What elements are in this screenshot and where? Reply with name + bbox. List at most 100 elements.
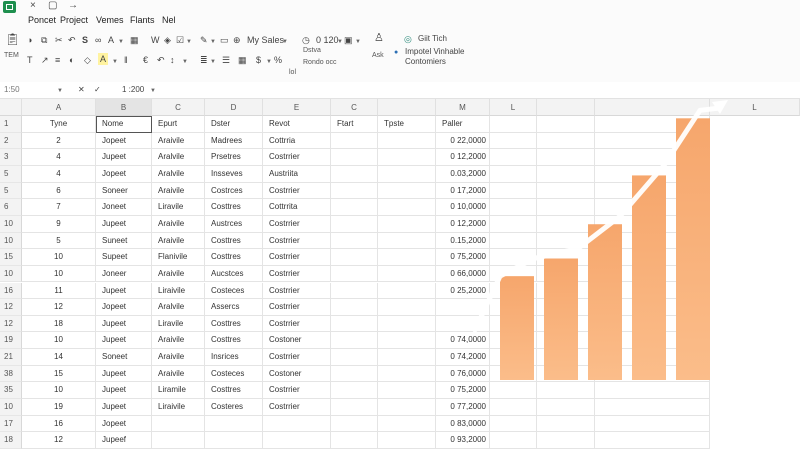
chevron-down-icon[interactable]: ▼ [337, 36, 343, 48]
table-cell[interactable] [378, 265, 436, 283]
row-header[interactable]: 12 [0, 299, 22, 316]
table-cell[interactable]: Costtres [205, 315, 263, 333]
table-cell[interactable] [263, 432, 331, 449]
column-header[interactable]: D [205, 99, 263, 116]
table-cell[interactable] [537, 399, 595, 416]
table-cell[interactable] [378, 215, 436, 233]
table-cell[interactable]: 10 [22, 249, 96, 266]
row-header[interactable]: 12 [0, 315, 22, 333]
pause-icon[interactable]: ‖ [124, 54, 128, 66]
table-cell[interactable] [490, 432, 537, 449]
table-cell[interactable]: Araivile [152, 365, 205, 383]
table-cell[interactable]: Joneet [96, 199, 152, 216]
calendar-icon[interactable]: ▣ [344, 34, 353, 46]
table-cell[interactable] [331, 199, 378, 216]
column-header[interactable]: A [22, 99, 96, 116]
table-cell[interactable] [378, 249, 436, 266]
table-cell[interactable]: Costtres [205, 199, 263, 216]
table-cell[interactable]: Insrices [205, 349, 263, 366]
link-icon[interactable]: ∞ [95, 34, 101, 46]
table-cell[interactable]: Jupeet [96, 149, 152, 166]
table-cell[interactable]: Aralvile [152, 165, 205, 183]
table-cell[interactable] [378, 415, 436, 433]
table-cell[interactable] [152, 432, 205, 449]
table-cell[interactable] [378, 349, 436, 366]
table-cell[interactable] [263, 415, 331, 433]
addin-icon[interactable]: ◎ [404, 33, 412, 45]
table-cell[interactable]: Araivile [152, 232, 205, 250]
table-cell[interactable]: Liraivile [152, 399, 205, 416]
chevron-down-icon[interactable]: ▼ [112, 56, 118, 68]
table-cell[interactable]: Ftart [331, 116, 378, 133]
table-cell[interactable]: Araivile [152, 182, 205, 200]
wrap-text-icon[interactable]: W [151, 34, 160, 46]
table-cell[interactable] [331, 232, 378, 250]
undo-small-icon[interactable]: ↶ [157, 54, 165, 66]
row-header[interactable]: 10 [0, 265, 22, 283]
table-cell[interactable]: Tpste [378, 116, 436, 133]
table-cell[interactable]: 0 93,2000 [436, 432, 490, 449]
sort-icon[interactable]: ↕ [170, 54, 175, 66]
table-cell[interactable]: Araivile [152, 132, 205, 150]
table-cell[interactable]: Jupeet [96, 282, 152, 300]
cursor-icon[interactable]: ↗ [41, 54, 49, 66]
currency-icon[interactable]: € [143, 54, 148, 66]
table-cell[interactable] [595, 399, 710, 416]
table-cell[interactable] [331, 432, 378, 449]
chevron-down-icon[interactable]: ▼ [57, 85, 63, 97]
table-cell[interactable]: Suneet [96, 232, 152, 250]
table-cell[interactable]: 4 [22, 165, 96, 183]
table-cell[interactable]: Jopeet [96, 132, 152, 150]
copy-icon[interactable]: ⧉ [41, 34, 47, 46]
table-cell[interactable]: Costoner [263, 332, 331, 350]
row-header[interactable]: 15 [0, 249, 22, 266]
chevron-down-icon[interactable]: ▼ [186, 36, 192, 48]
table-cell[interactable]: Araivile [152, 332, 205, 350]
table-cell[interactable]: 0 77,2000 [436, 399, 490, 416]
table-cell[interactable] [331, 415, 378, 433]
row-header[interactable]: 19 [0, 332, 22, 350]
table-cell[interactable] [378, 149, 436, 166]
table-cell[interactable]: Costrrier [263, 382, 331, 400]
table-cell[interactable] [331, 182, 378, 200]
table-cell[interactable]: Costrrier [263, 149, 331, 166]
row-header[interactable]: 18 [0, 432, 22, 449]
table-cell[interactable]: Liravile [152, 315, 205, 333]
column-header[interactable]: C [152, 99, 205, 116]
menu-item-project[interactable]: Project [60, 15, 88, 25]
table-cell[interactable] [537, 432, 595, 449]
table-cell[interactable]: Jupeet [96, 332, 152, 350]
table-cell[interactable]: Costtres [205, 382, 263, 400]
menu-item-poncet[interactable]: Poncet [28, 15, 56, 25]
table-cell[interactable]: Araivile [152, 215, 205, 233]
row-header[interactable]: 5 [0, 165, 22, 183]
table-cell[interactable]: 10 [22, 332, 96, 350]
table-cell[interactable]: Jupeet [96, 215, 152, 233]
cut-icon[interactable]: ✂ [55, 34, 63, 46]
grid-icon[interactable]: ▦ [238, 54, 247, 66]
table-cell[interactable] [331, 132, 378, 150]
table-cell[interactable] [331, 249, 378, 266]
row-header[interactable]: 10 [0, 399, 22, 416]
table-cell[interactable]: Austrces [205, 215, 263, 233]
table-cell[interactable]: Epurt [152, 116, 205, 133]
name-box[interactable]: 1:50 [4, 84, 20, 96]
chevron-down-icon[interactable]: ▼ [210, 56, 216, 68]
row-header[interactable]: 1 [0, 116, 22, 133]
table-cell[interactable]: Supeet [96, 249, 152, 266]
select-all-corner[interactable] [0, 99, 22, 116]
percent-icon[interactable]: % [274, 54, 282, 66]
table-cell[interactable]: Costtres [205, 249, 263, 266]
undo-icon[interactable]: ↶ [68, 34, 76, 46]
row-header[interactable]: 2 [0, 132, 22, 150]
pen-icon[interactable]: ✎ [200, 34, 208, 46]
table-cell[interactable] [331, 365, 378, 383]
table-cell[interactable]: Jopeet [96, 165, 152, 183]
borders-icon[interactable]: ▭ [220, 34, 229, 46]
table-cell[interactable] [378, 199, 436, 216]
table-cell[interactable]: 19 [22, 399, 96, 416]
table-cell[interactable]: 16 [22, 415, 96, 433]
table-cell[interactable]: Prsetres [205, 149, 263, 166]
table-cell[interactable]: 18 [22, 315, 96, 333]
column-header[interactable]: B [96, 99, 152, 116]
